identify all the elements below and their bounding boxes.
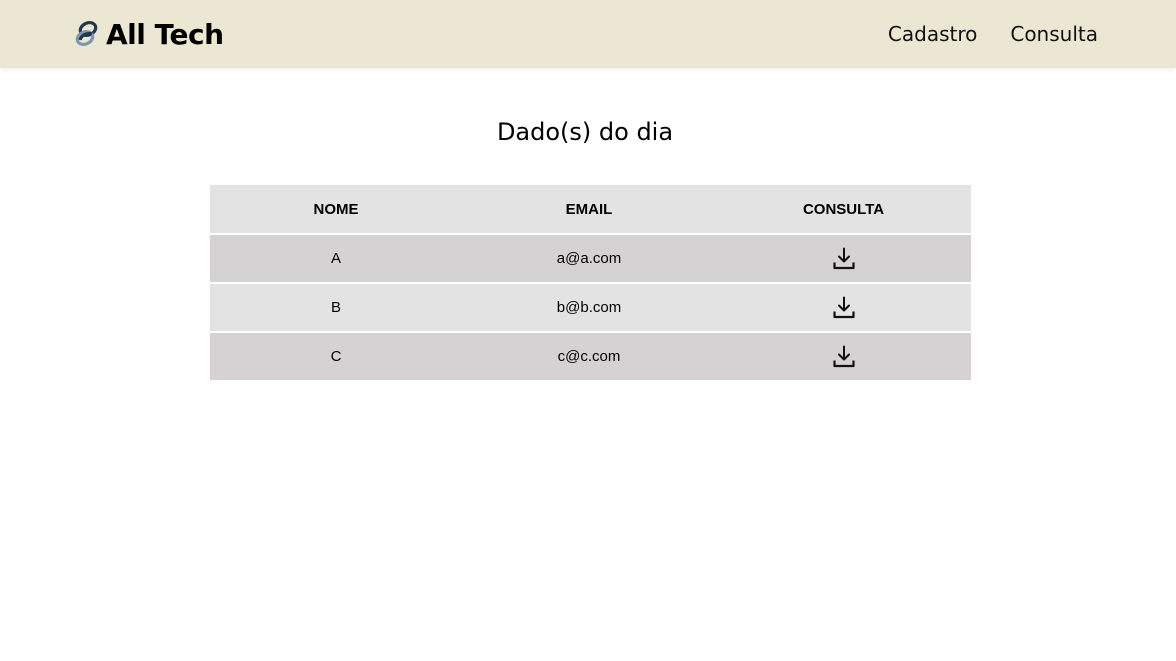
chain-link-logo-icon xyxy=(75,20,98,47)
nav-link-consulta[interactable]: Consulta xyxy=(1010,22,1098,46)
nav-links: Cadastro Consulta xyxy=(888,22,1098,46)
cell-consulta xyxy=(716,333,971,380)
cell-email: c@c.com xyxy=(462,333,716,380)
data-table: NOME EMAIL CONSULTA A a@a.com B b@b.com xyxy=(210,185,971,380)
column-header-email: EMAIL xyxy=(462,185,716,235)
cell-consulta xyxy=(716,235,971,284)
cell-nome: C xyxy=(210,333,462,380)
table-row: C c@c.com xyxy=(210,333,971,380)
cell-nome: B xyxy=(210,284,462,333)
cell-email: b@b.com xyxy=(462,284,716,333)
navbar: All Tech Cadastro Consulta xyxy=(0,0,1176,68)
table-row: A a@a.com xyxy=(210,235,971,284)
table-row: B b@b.com xyxy=(210,284,971,333)
cell-email: a@a.com xyxy=(462,235,716,284)
download-icon[interactable] xyxy=(832,345,856,369)
brand-name: All Tech xyxy=(106,17,224,51)
cell-nome: A xyxy=(210,235,462,284)
download-icon[interactable] xyxy=(832,296,856,320)
cell-consulta xyxy=(716,284,971,333)
nav-link-cadastro[interactable]: Cadastro xyxy=(888,22,977,46)
download-icon[interactable] xyxy=(832,247,856,271)
table-header-row: NOME EMAIL CONSULTA xyxy=(210,185,971,235)
column-header-consulta: CONSULTA xyxy=(716,185,971,235)
page-title: Dado(s) do dia xyxy=(496,118,674,146)
column-header-nome: NOME xyxy=(210,185,462,235)
brand-link[interactable]: All Tech xyxy=(74,14,224,54)
